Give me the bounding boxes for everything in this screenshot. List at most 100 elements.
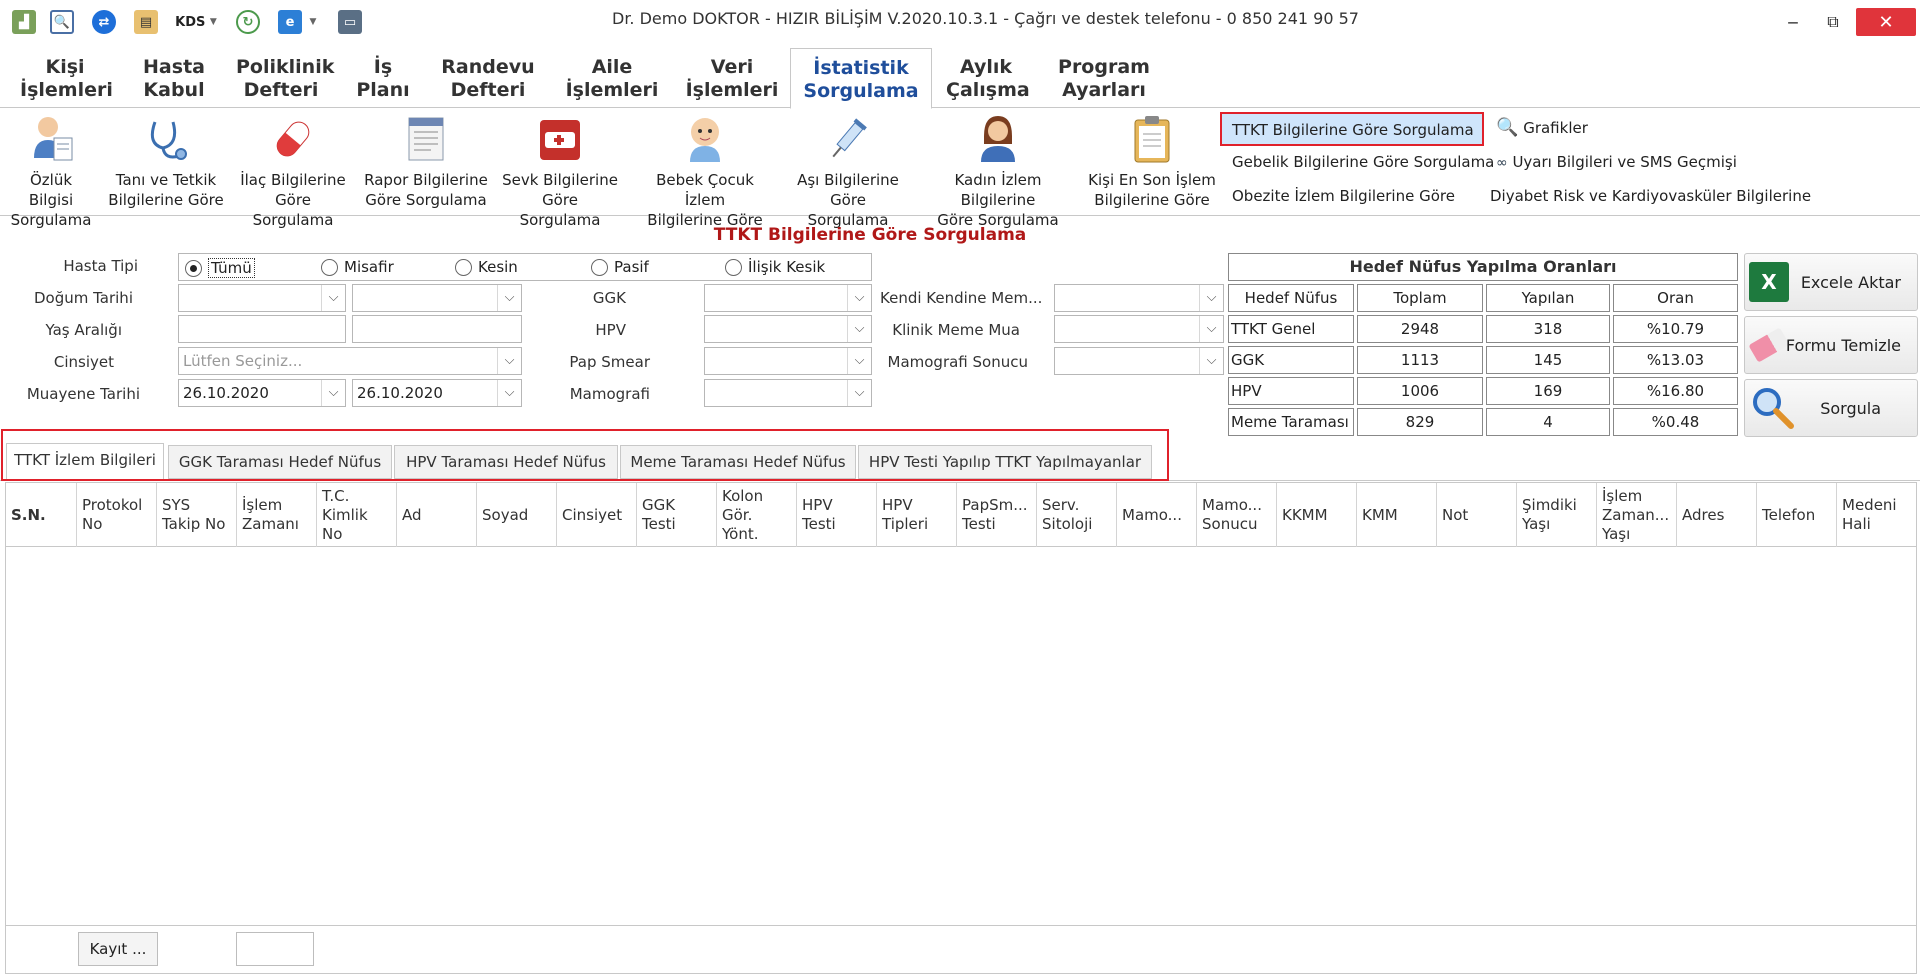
yas-araligi-max[interactable] <box>352 315 522 343</box>
chevron-down-icon[interactable]: ⌵ <box>847 285 871 311</box>
radio-pasif[interactable]: Pasif <box>591 258 649 276</box>
ggk-select[interactable]: ⌵ <box>704 284 872 312</box>
radio-misafir[interactable]: Misafir <box>321 258 394 276</box>
ttkt-sorgulama-link[interactable]: TTKT Bilgilerine Göre Sorgulama <box>1220 112 1484 146</box>
mamografi-select[interactable]: ⌵ <box>704 379 872 407</box>
grafikler-link[interactable]: 🔍 Grafikler <box>1486 112 1598 146</box>
menu-istatistik-sorgulama[interactable]: İstatistik Sorgulama <box>790 48 932 109</box>
tab-ggk-hedef[interactable]: GGK Taraması Hedef Nüfus <box>168 445 392 479</box>
clear-form-button[interactable]: Formu Temizle <box>1744 316 1918 374</box>
dogum-tarihi-end[interactable]: ⌵ <box>352 284 522 312</box>
column-header[interactable]: HPV Tipleri <box>877 483 957 547</box>
column-header[interactable]: KMM <box>1357 483 1437 547</box>
dropdown-arrow-icon[interactable]: ▼ <box>306 10 320 34</box>
column-header[interactable]: Mamo... <box>1117 483 1197 547</box>
record-count-button[interactable]: Kayıt ... <box>78 932 158 966</box>
minimize-button[interactable]: ‒ <box>1780 8 1806 36</box>
rapor-bilgilerine-button[interactable]: Rapor Bilgilerine Göre Sorgulama <box>364 114 488 210</box>
column-header[interactable]: T.C. Kimlik No <box>317 483 397 547</box>
close-button[interactable]: ✕ <box>1856 8 1916 36</box>
chevron-down-icon[interactable]: ⌵ <box>1199 285 1223 311</box>
chevron-down-icon[interactable]: ⌵ <box>497 285 521 311</box>
tani-tetkik-button[interactable]: Tanı ve Tetkik Bilgilerine Göre <box>108 114 224 210</box>
column-header[interactable]: KKMM <box>1277 483 1357 547</box>
column-header[interactable]: S.N. <box>6 483 77 547</box>
excel-export-button[interactable]: X Excele Aktar <box>1744 253 1918 311</box>
column-header[interactable]: Cinsiyet <box>557 483 637 547</box>
column-header[interactable]: Ad <box>397 483 477 547</box>
menu-aile-islemleri[interactable]: Aile İşlemleri <box>564 56 660 102</box>
column-header[interactable]: SYS Takip No <box>157 483 237 547</box>
menu-is-plani[interactable]: İş Planı <box>356 56 410 102</box>
menu-randevu-defteri[interactable]: Randevu Defteri <box>438 56 538 102</box>
restore-button[interactable]: ⧉ <box>1818 8 1848 36</box>
chevron-down-icon[interactable]: ⌵ <box>1199 348 1223 374</box>
column-header[interactable]: Kolon Gör. Yönt. <box>717 483 797 547</box>
gebelik-sorgulama-link[interactable]: Gebelik Bilgilerine Göre Sorgulama <box>1222 146 1504 180</box>
tab-meme-hedef[interactable]: Meme Taraması Hedef Nüfus <box>620 445 856 479</box>
teamviewer-icon[interactable]: ⇄ <box>92 10 116 34</box>
clipboard-icon[interactable]: ▤ <box>134 10 158 34</box>
column-header[interactable]: Mamo... Sonucu <box>1197 483 1277 547</box>
hpv-select[interactable]: ⌵ <box>704 315 872 343</box>
column-header[interactable]: Medeni Hali <box>1837 483 1916 547</box>
menu-veri-islemleri[interactable]: Veri İşlemleri <box>684 56 780 102</box>
diyabet-risk-link[interactable]: Diyabet Risk ve Kardiyovasküler Bilgiler… <box>1480 180 1821 214</box>
browser-icon[interactable]: e <box>278 10 302 34</box>
refresh-icon[interactable]: ↻ <box>236 10 260 34</box>
chevron-down-icon[interactable]: ⌵ <box>321 285 345 311</box>
column-header[interactable]: Protokol No <box>77 483 157 547</box>
query-button[interactable]: Sorgula <box>1744 379 1918 437</box>
tab-hpv-hedef[interactable]: HPV Taraması Hedef Nüfus <box>394 445 618 479</box>
tab-hpv-ttkt-yapilmayanlar[interactable]: HPV Testi Yapılıp TTKT Yapılmayanlar <box>858 445 1152 479</box>
sevk-bilgilerine-button[interactable]: Sevk Bilgilerine Göre Sorgulama <box>500 114 620 230</box>
muayene-tarihi-end[interactable]: 26.10.2020 ⌵ <box>352 379 522 407</box>
column-header[interactable]: GGK Testi <box>637 483 717 547</box>
chevron-down-icon[interactable]: ⌵ <box>847 380 871 406</box>
kisi-en-son-islem-button[interactable]: Kişi En Son İşlem Bilgilerine Göre <box>1088 114 1216 210</box>
menu-poliklinik-defteri[interactable]: Poliklinik Defteri <box>236 56 334 102</box>
chevron-down-icon[interactable]: ⌵ <box>1199 316 1223 342</box>
ozluk-bilgisi-button[interactable]: Özlük Bilgisi Sorgulama <box>8 114 94 230</box>
column-header[interactable]: HPV Testi <box>797 483 877 547</box>
menu-kisi-islemleri[interactable]: Kişi İşlemleri <box>20 56 113 102</box>
bebek-cocuk-button[interactable]: Bebek Çocuk İzlem Bilgilerine Göre <box>634 114 776 230</box>
dogum-tarihi-start[interactable]: ⌵ <box>178 284 346 312</box>
footer-empty-field[interactable] <box>236 932 314 966</box>
chevron-down-icon[interactable]: ⌵ <box>497 348 521 374</box>
menu-program-ayarlari[interactable]: Program Ayarları <box>1056 56 1152 102</box>
muayene-tarihi-start[interactable]: 26.10.2020 ⌵ <box>178 379 346 407</box>
column-header[interactable]: Adres <box>1677 483 1757 547</box>
chevron-down-icon[interactable]: ⌵ <box>321 380 345 406</box>
column-header[interactable]: Serv. Sitoloji <box>1037 483 1117 547</box>
cinsiyet-select[interactable]: Lütfen Seçiniz... ⌵ <box>178 347 522 375</box>
chevron-down-icon[interactable]: ⌵ <box>847 348 871 374</box>
column-header[interactable]: Telefon <box>1757 483 1837 547</box>
menu-aylik-calisma[interactable]: Aylık Çalışma <box>946 56 1030 102</box>
klinik-meme-select[interactable]: ⌵ <box>1054 315 1224 343</box>
column-header[interactable]: İşlem Zamanı <box>237 483 317 547</box>
menu-hasta-kabul[interactable]: Hasta Kabul <box>136 56 212 102</box>
kadin-izlem-button[interactable]: Kadın İzlem Bilgilerine Göre Sorgulama <box>918 114 1078 230</box>
chart-icon[interactable]: ▟ <box>12 10 36 34</box>
chevron-down-icon[interactable]: ⌵ <box>847 316 871 342</box>
column-header[interactable]: İşlem Zaman... Yaşı <box>1597 483 1677 547</box>
column-header[interactable]: PapSm... Testi <box>957 483 1037 547</box>
uyari-sms-link[interactable]: ∞ Uyarı Bilgileri ve SMS Geçmişi <box>1486 146 1747 180</box>
pap-smear-select[interactable]: ⌵ <box>704 347 872 375</box>
radio-tumu[interactable]: Tümü <box>185 258 255 278</box>
kds-menu[interactable]: KDS ▼ <box>172 10 220 34</box>
column-header[interactable]: Not <box>1437 483 1517 547</box>
column-header[interactable]: Şimdiki Yaşı <box>1517 483 1597 547</box>
column-header[interactable]: Soyad <box>477 483 557 547</box>
mamografi-sonucu-select[interactable]: ⌵ <box>1054 347 1224 375</box>
kendi-kendine-select[interactable]: ⌵ <box>1054 284 1224 312</box>
chevron-down-icon[interactable]: ⌵ <box>497 380 521 406</box>
yas-araligi-min[interactable] <box>178 315 346 343</box>
tab-ttkt-izlem[interactable]: TTKT İzlem Bilgileri <box>6 443 164 480</box>
ilac-bilgilerine-button[interactable]: İlaç Bilgilerine Göre Sorgulama <box>234 114 352 230</box>
obezite-izlem-link[interactable]: Obezite İzlem Bilgilerine Göre <box>1222 180 1465 214</box>
device-icon[interactable]: ▭ <box>338 10 362 34</box>
search-doc-icon[interactable]: 🔍 <box>50 10 74 34</box>
radio-ilisik-kesik[interactable]: İlişik Kesik <box>725 258 825 276</box>
